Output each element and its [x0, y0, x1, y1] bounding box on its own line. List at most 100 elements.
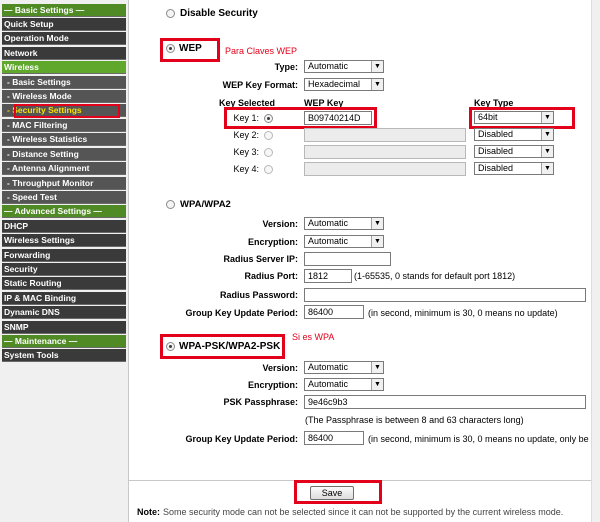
sidebar-section-maintenance: — Maintenance —	[2, 335, 126, 348]
key2-type-value: Disabled	[478, 129, 514, 139]
wep-format-label: WEP Key Format:	[222, 80, 298, 90]
psk-group-key-hint: (in second, minimum is 30, 0 means no up…	[368, 434, 590, 444]
disable-security-radio[interactable]	[166, 9, 175, 18]
wpa-radio[interactable]	[166, 200, 175, 209]
chevron-down-icon: ▼	[371, 79, 383, 90]
chevron-down-icon: ▼	[371, 218, 383, 229]
psk-passphrase-input[interactable]: 9e46c9b3	[304, 395, 586, 409]
sidebar-item-antenna-alignment[interactable]: - Antenna Alignment	[2, 162, 126, 175]
wep-annotation: Para Claves WEP	[225, 46, 298, 56]
key1-radio[interactable]	[264, 114, 273, 123]
wep-type-select[interactable]: Automatic ▼	[304, 60, 384, 73]
radius-password-label: Radius Password:	[219, 290, 298, 300]
key4-radio[interactable]	[264, 165, 273, 174]
vertical-scrollbar[interactable]	[591, 0, 600, 522]
psk-encryption-select[interactable]: Automatic ▼	[304, 378, 384, 391]
security-settings-panel: Disable Security WEP Para Claves WEP Typ…	[129, 0, 600, 522]
sidebar-item-wireless-settings[interactable]: Wireless Settings	[2, 234, 126, 247]
chevron-down-icon: ▼	[541, 112, 553, 123]
key1-label: Key 1:	[233, 113, 259, 123]
radius-ip-input[interactable]	[304, 252, 391, 266]
save-button[interactable]: Save	[310, 486, 354, 500]
wep-format-select[interactable]: Hexadecimal ▼	[304, 78, 384, 91]
psk-encryption-value: Automatic	[308, 379, 349, 389]
key3-type-value: Disabled	[478, 146, 514, 156]
key3-type-select[interactable]: Disabled ▼	[474, 145, 554, 158]
psk-group-key-label: Group Key Update Period:	[185, 434, 298, 444]
sidebar-item-static-routing[interactable]: Static Routing	[2, 277, 126, 290]
sidebar-item-quick-setup[interactable]: Quick Setup	[2, 18, 126, 31]
security-settings-highlight	[14, 104, 120, 118]
sidebar-item-basic-settings[interactable]: - Basic Settings	[2, 76, 126, 89]
sidebar-item-ip-mac-binding[interactable]: IP & MAC Binding	[2, 292, 126, 305]
key4-input[interactable]	[304, 162, 466, 176]
disable-security-label: Disable Security	[180, 8, 258, 19]
psk-passphrase-hint: (The Passphrase is between 8 and 63 char…	[305, 415, 524, 425]
wpa-version-label: Version:	[262, 219, 298, 229]
sidebar-section-basic-settings: — Basic Settings —	[2, 4, 126, 17]
sidebar-item-wireless[interactable]: Wireless	[2, 61, 126, 74]
psk-annotation: Si es WPA	[292, 332, 335, 342]
sidebar-item-security[interactable]: Security	[2, 263, 126, 276]
radius-ip-label: Radius Server IP:	[223, 254, 298, 264]
radius-port-label: Radius Port:	[244, 271, 298, 281]
chevron-down-icon: ▼	[371, 362, 383, 373]
wpa-group-key-label: Group Key Update Period:	[185, 308, 298, 318]
psk-passphrase-label: PSK Passphrase:	[223, 397, 298, 407]
key1-type-select[interactable]: 64bit ▼	[474, 111, 554, 124]
note-label: Note:	[137, 507, 160, 517]
sidebar-menu: — Basic Settings — Quick Setup Operation…	[0, 0, 129, 522]
chevron-down-icon: ▼	[371, 61, 383, 72]
psk-encryption-label: Encryption:	[247, 380, 298, 390]
wpa-encryption-value: Automatic	[308, 236, 349, 246]
key2-input[interactable]	[304, 128, 466, 142]
note-text: Some security mode can not be selected s…	[163, 507, 564, 517]
wep-format-value: Hexadecimal	[308, 79, 361, 89]
key2-radio[interactable]	[264, 131, 273, 140]
key3-input[interactable]	[304, 145, 466, 159]
sidebar-item-dynamic-dns[interactable]: Dynamic DNS	[2, 306, 126, 319]
sidebar-section-advanced-settings: — Advanced Settings —	[2, 205, 126, 218]
key4-type-select[interactable]: Disabled ▼	[474, 162, 554, 175]
sidebar-item-system-tools[interactable]: System Tools	[2, 349, 126, 362]
wep-radio[interactable]	[166, 44, 175, 53]
chevron-down-icon: ▼	[371, 236, 383, 247]
sidebar-item-speed-test[interactable]: - Speed Test	[2, 191, 126, 204]
sidebar-item-operation-mode[interactable]: Operation Mode	[2, 32, 126, 45]
sidebar-item-dhcp[interactable]: DHCP	[2, 220, 126, 233]
key4-label: Key 4:	[233, 164, 259, 174]
wep-label: WEP	[179, 43, 202, 54]
key4-type-value: Disabled	[478, 163, 514, 173]
key1-type-value: 64bit	[478, 112, 498, 122]
wpa-group-key-hint: (in second, minimum is 30, 0 means no up…	[368, 308, 558, 318]
psk-label: WPA-PSK/WPA2-PSK	[179, 341, 281, 352]
wpa-version-value: Automatic	[308, 218, 349, 228]
key3-radio[interactable]	[264, 148, 273, 157]
chevron-down-icon: ▼	[541, 146, 553, 157]
chevron-down-icon: ▼	[371, 379, 383, 390]
wpa-version-select[interactable]: Automatic ▼	[304, 217, 384, 230]
sidebar-item-wireless-mode[interactable]: - Wireless Mode	[2, 90, 126, 103]
wpa-label: WPA/WPA2	[180, 199, 231, 210]
radius-port-input[interactable]: 1812	[304, 269, 352, 283]
psk-version-select[interactable]: Automatic ▼	[304, 361, 384, 374]
sidebar-item-network[interactable]: Network	[2, 47, 126, 60]
wpa-encryption-select[interactable]: Automatic ▼	[304, 235, 384, 248]
sidebar-item-distance-setting[interactable]: - Distance Setting	[2, 148, 126, 161]
psk-version-value: Automatic	[308, 362, 349, 372]
wep-type-value: Automatic	[308, 61, 349, 71]
sidebar-item-snmp[interactable]: SNMP	[2, 321, 126, 334]
key2-type-select[interactable]: Disabled ▼	[474, 128, 554, 141]
chevron-down-icon: ▼	[541, 163, 553, 174]
wep-type-label: Type:	[274, 62, 298, 72]
sidebar-item-mac-filtering[interactable]: - MAC Filtering	[2, 119, 126, 132]
radius-password-input[interactable]	[304, 288, 586, 302]
key1-input[interactable]: B09740214D	[304, 111, 372, 125]
sidebar-item-throughput-monitor[interactable]: - Throughput Monitor	[2, 177, 126, 190]
sidebar-item-forwarding[interactable]: Forwarding	[2, 249, 126, 262]
psk-group-key-input[interactable]: 86400	[304, 431, 364, 445]
wpa-group-key-input[interactable]: 86400	[304, 305, 364, 319]
chevron-down-icon: ▼	[541, 129, 553, 140]
psk-radio[interactable]	[166, 342, 175, 351]
sidebar-item-wireless-statistics[interactable]: - Wireless Statistics	[2, 133, 126, 146]
